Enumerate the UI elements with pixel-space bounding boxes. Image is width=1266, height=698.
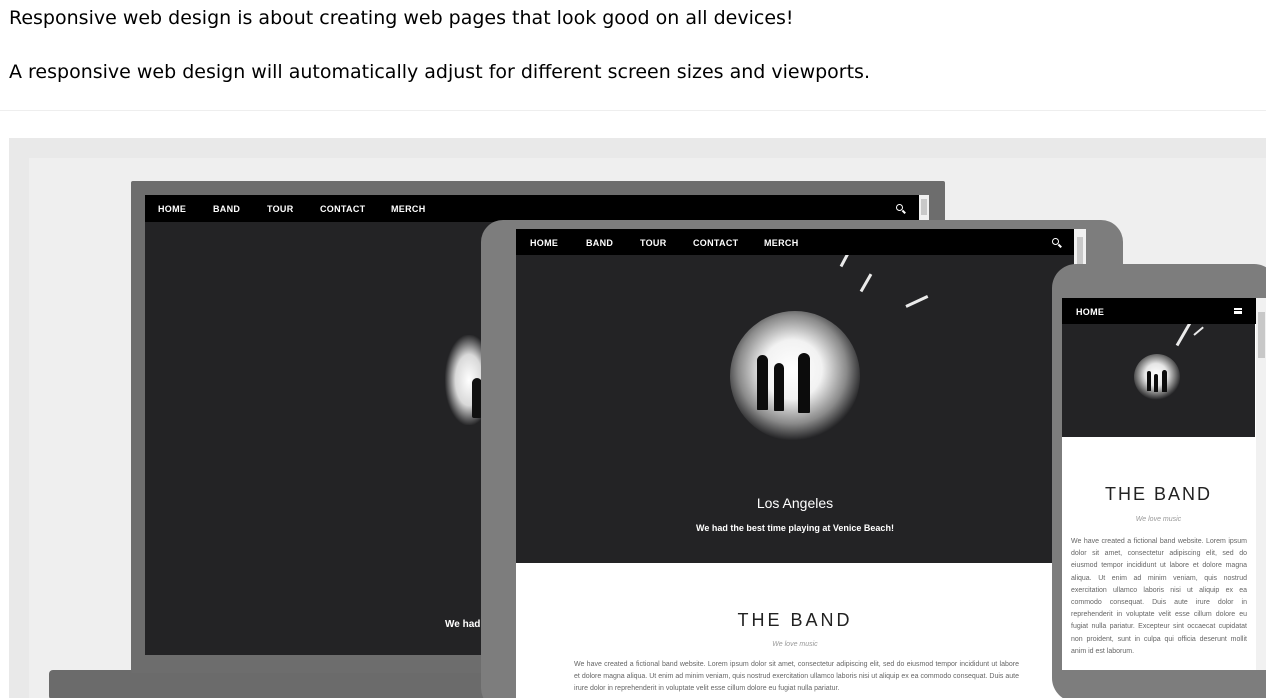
desktop-nav-home: HOME: [158, 204, 187, 214]
silhouette-figure: [774, 363, 784, 411]
tablet-hero-title: Los Angeles: [756, 495, 834, 511]
intro-paragraph-2: A responsive web design will automatical…: [9, 61, 870, 83]
silhouette-figure: [757, 355, 768, 410]
illustration-backdrop: HOME BAND TOUR CONTACT MERCH We had th H…: [29, 158, 1266, 698]
tablet-hero-subtitle: We had the best time playing at Venice B…: [696, 523, 894, 533]
phone-screen: HOME THE BAND We love music We have crea…: [1062, 298, 1266, 670]
tablet-scroll-thumb: [1077, 237, 1083, 267]
silhouette-figure: [1162, 370, 1167, 392]
silhouette-figure: [1147, 371, 1151, 391]
tablet-nav-band: BAND: [586, 238, 614, 248]
tablet-hero: Los Angeles We had the best time playing…: [516, 255, 1074, 563]
light-streak: [905, 294, 929, 308]
silhouette-figure: [1154, 374, 1158, 392]
light-streak: [859, 273, 873, 293]
phone-nav-home: HOME: [1076, 307, 1105, 317]
tablet-band-text: We have created a fictional band website…: [574, 661, 1019, 692]
tablet-band-tagline: We love music: [772, 641, 818, 648]
phone-scrollbar: [1256, 298, 1266, 670]
tablet-screen: HOME BAND TOUR CONTACT MERCH Los Angeles: [516, 229, 1086, 698]
tablet-hero-image: [730, 311, 860, 441]
phone-scroll-thumb: [1258, 312, 1265, 358]
divider: [0, 110, 1266, 111]
desktop-scroll-thumb: [921, 199, 927, 215]
tablet-nav-merch: MERCH: [764, 238, 799, 248]
tablet-nav-home: HOME: [530, 238, 559, 248]
desktop-nav-band: BAND: [213, 204, 241, 214]
search-icon: [1052, 238, 1059, 245]
desktop-navbar: HOME BAND TOUR CONTACT MERCH: [145, 195, 929, 222]
light-streak: [1193, 326, 1204, 336]
silhouette-figure: [798, 353, 810, 413]
tablet-nav-tour: TOUR: [640, 238, 667, 248]
light-streak: [1175, 324, 1193, 347]
phone-band-tagline: We love music: [1135, 516, 1182, 523]
tablet-nav-contact: CONTACT: [693, 238, 739, 248]
desktop-nav-merch: MERCH: [391, 204, 426, 214]
tablet-device: HOME BAND TOUR CONTACT MERCH Los Angeles: [481, 220, 1123, 698]
phone-navbar: HOME: [1062, 298, 1266, 324]
tablet-navbar: HOME BAND TOUR CONTACT MERCH: [516, 229, 1086, 255]
hamburger-menu-icon: [1234, 308, 1242, 314]
light-streak: [839, 255, 869, 268]
desktop-nav-contact: CONTACT: [320, 204, 366, 214]
desktop-scrollbar: [919, 195, 929, 222]
phone-hero: [1062, 324, 1255, 437]
search-icon: [896, 204, 903, 211]
tablet-band-heading: THE BAND: [737, 610, 853, 630]
intro-paragraph-1: Responsive web design is about creating …: [9, 7, 794, 29]
desktop-nav-tour: TOUR: [267, 204, 294, 214]
phone-device: HOME THE BAND We love music We have crea…: [1052, 264, 1266, 698]
responsive-devices-illustration: HOME BAND TOUR CONTACT MERCH We had th H…: [9, 138, 1266, 698]
phone-band-heading: THE BAND: [1104, 484, 1212, 504]
phone-band-text: We have created a fictional band website…: [1071, 538, 1247, 655]
